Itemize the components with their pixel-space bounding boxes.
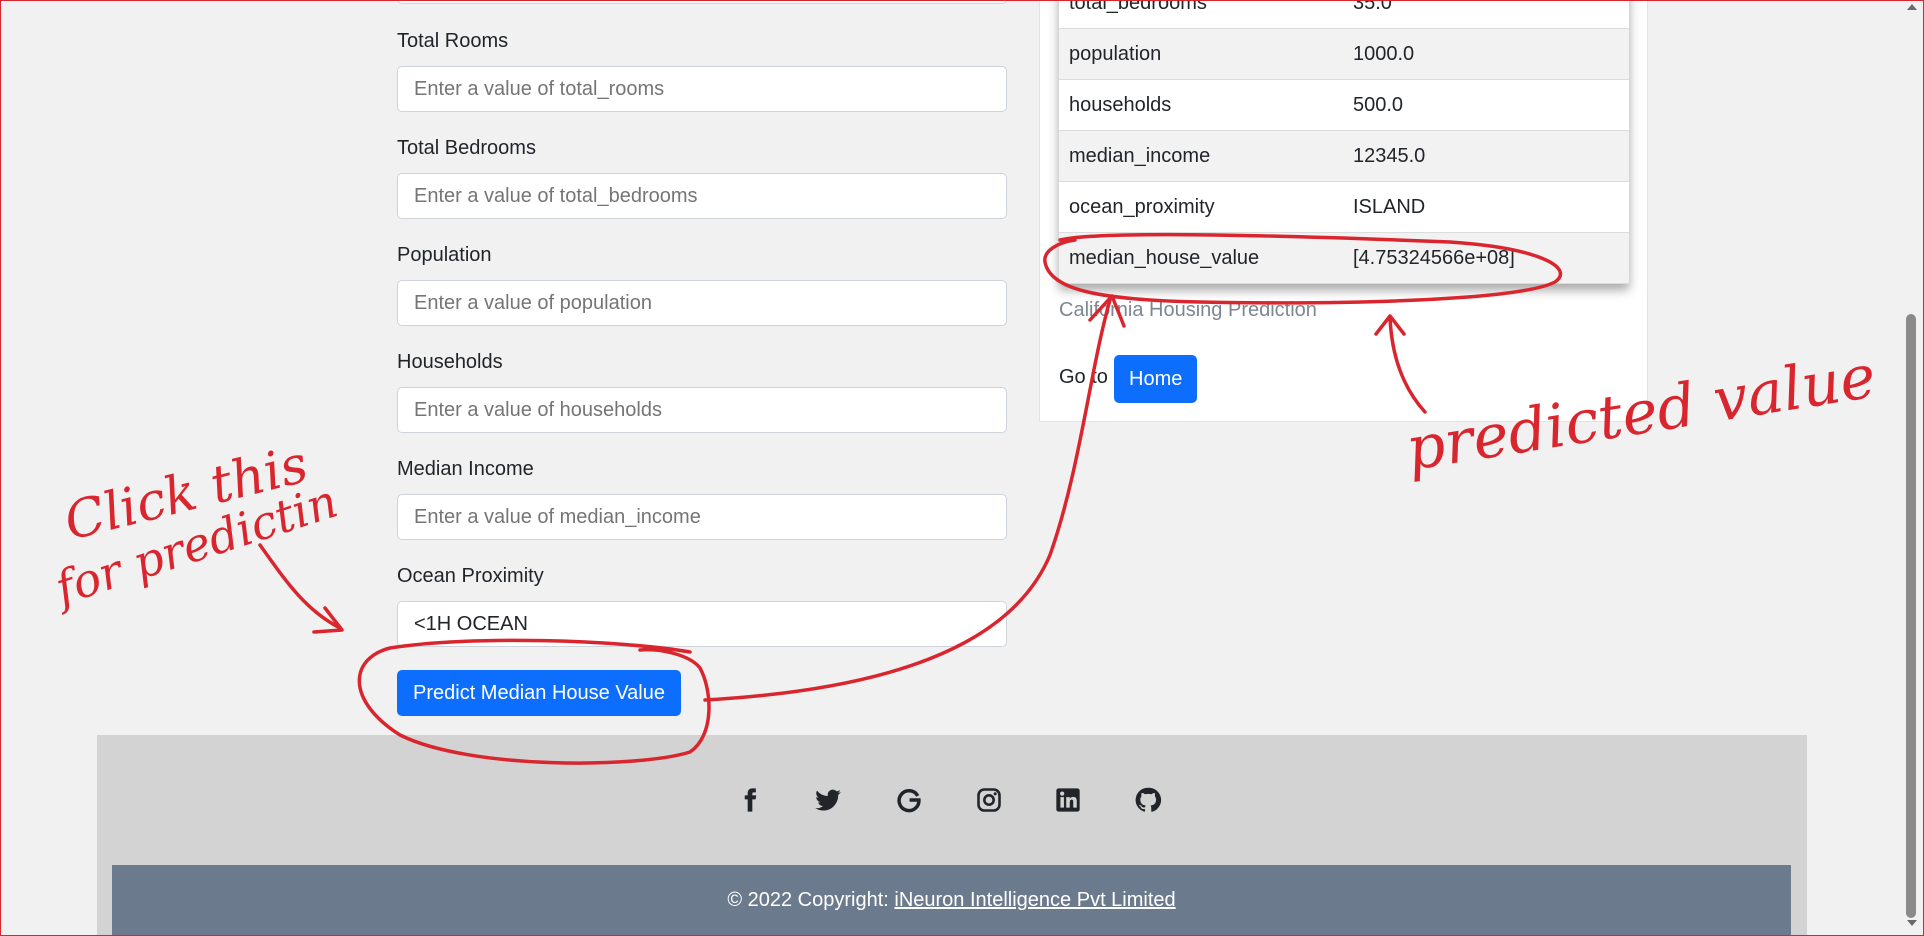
copyright-bar: © 2022 Copyright: iNeuron Intelligence P… <box>112 865 1791 936</box>
result-key: households <box>1059 79 1343 131</box>
median-income-label: Median Income <box>397 458 534 480</box>
median-income-input[interactable] <box>397 494 1007 540</box>
result-table: total_bedrooms 35.0 population 1000.0 hous… <box>1059 0 1629 284</box>
total-rooms-input[interactable] <box>397 66 1007 112</box>
goto-label: Go to <box>1059 366 1108 388</box>
copyright-text: © 2022 Copyright: <box>727 889 895 911</box>
result-value: 12345.0 <box>1343 130 1629 182</box>
scrollbar-thumb[interactable] <box>1906 314 1916 918</box>
table-row: households 500.0 <box>1059 79 1629 131</box>
table-row: median_income 12345.0 <box>1059 130 1629 182</box>
population-label: Population <box>397 244 492 266</box>
scroll-up-arrow-icon[interactable] <box>1907 4 1917 10</box>
scroll-down-arrow-icon[interactable] <box>1907 920 1917 926</box>
result-value: 500.0 <box>1343 79 1629 131</box>
result-value: 35.0 <box>1343 0 1629 29</box>
annotation-for-prediction: for predictin <box>46 474 344 617</box>
table-row: ocean_proximity ISLAND <box>1059 181 1629 233</box>
card-caption: California Housing Prediction <box>1059 299 1317 321</box>
table-row: total_bedrooms 35.0 <box>1059 0 1629 29</box>
home-button[interactable]: Home <box>1114 355 1198 403</box>
result-value: 1000.0 <box>1343 28 1629 80</box>
ocean-proximity-select[interactable]: <1H OCEAN <box>397 601 1007 647</box>
click-arrow <box>258 543 342 630</box>
predict-button[interactable]: Predict Median House Value <box>397 670 681 716</box>
table-row: median_house_value [4.75324566e+08] <box>1059 232 1629 284</box>
previous-input-edge <box>397 0 1007 4</box>
twitter-icon[interactable] <box>814 786 842 814</box>
github-icon[interactable] <box>1134 786 1162 814</box>
total-rooms-label: Total Rooms <box>397 30 509 52</box>
total-bedrooms-input[interactable] <box>397 173 1007 219</box>
instagram-icon[interactable] <box>975 786 1003 814</box>
copyright-link[interactable]: iNeuron Intelligence Pvt Limited <box>894 889 1175 911</box>
households-label: Households <box>397 351 503 373</box>
result-key: median_income <box>1059 130 1343 182</box>
facebook-icon[interactable] <box>736 786 764 814</box>
result-key: population <box>1059 28 1343 80</box>
ocean-proximity-label: Ocean Proximity <box>397 565 544 587</box>
result-key: ocean_proximity <box>1059 181 1343 233</box>
population-input[interactable] <box>397 280 1007 326</box>
annotation-click-this: Click this <box>59 434 314 552</box>
scrollbar[interactable] <box>1901 0 1922 934</box>
result-key: total_bedrooms <box>1059 0 1343 29</box>
google-icon[interactable] <box>895 786 923 814</box>
result-value: ISLAND <box>1343 181 1629 233</box>
predicted-value: [4.75324566e+08] <box>1343 232 1629 284</box>
click-arrowhead <box>312 606 344 634</box>
total-bedrooms-label: Total Bedrooms <box>397 137 536 159</box>
result-key: median_house_value <box>1059 232 1343 284</box>
table-row: population 1000.0 <box>1059 28 1629 80</box>
households-input[interactable] <box>397 387 1007 433</box>
linkedin-icon[interactable] <box>1054 786 1082 814</box>
